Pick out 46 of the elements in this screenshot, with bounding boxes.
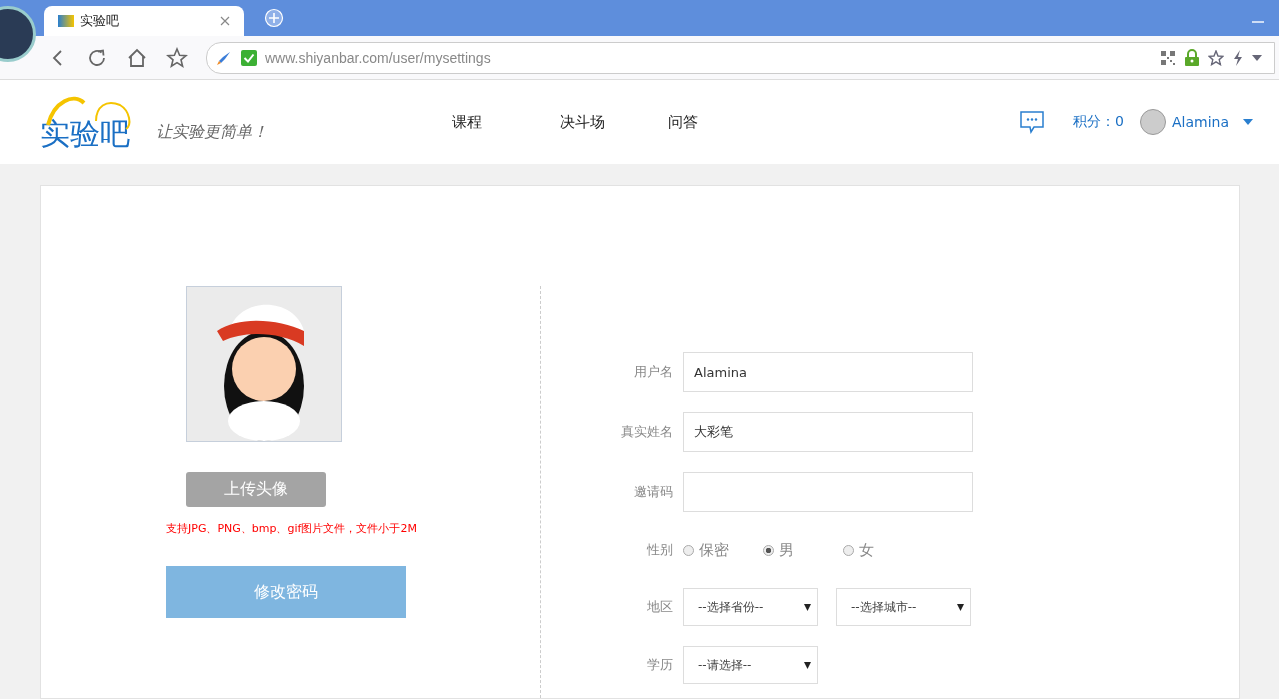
lock-icon[interactable] <box>1184 48 1200 67</box>
field-label: 真实姓名 <box>620 423 673 441</box>
field-label: 地区 <box>646 598 673 616</box>
gender-radio-option[interactable]: 女 <box>843 540 913 560</box>
file-requirements-note: 支持JPG、PNG、bmp、gif图片文件，文件小于2M <box>166 521 417 536</box>
dropdown-caret-icon[interactable] <box>1243 119 1253 125</box>
gender-radio-option[interactable]: 男 <box>763 540 833 560</box>
gender-radio-option[interactable]: 保密 <box>683 540 753 560</box>
browser-tab[interactable]: 实验吧 <box>44 6 244 36</box>
dropdown-caret-icon <box>957 603 964 611</box>
radio-icon[interactable] <box>683 544 694 556</box>
qr-code-icon[interactable] <box>1160 49 1176 66</box>
checkmark-icon <box>241 49 257 66</box>
username-link[interactable]: Alamina <box>1171 114 1229 130</box>
message-icon[interactable] <box>1019 110 1046 134</box>
slogan-text: 让实验更简单！ <box>156 121 268 143</box>
radio-icon[interactable] <box>843 544 854 556</box>
star-icon[interactable] <box>1208 49 1224 66</box>
radio-icon[interactable] <box>763 544 774 556</box>
lightning-icon[interactable] <box>1232 49 1244 66</box>
address-bar[interactable]: www.shiyanbar.com/user/mysettings <box>206 41 1275 74</box>
user-avatar[interactable] <box>1139 109 1166 135</box>
refresh-icon[interactable] <box>86 46 108 69</box>
text-field[interactable] <box>683 472 973 512</box>
region-dropdown[interactable]: --选择省份-- <box>683 588 818 626</box>
text-field[interactable]: 大彩笔 <box>683 412 973 452</box>
close-icon[interactable] <box>220 16 230 26</box>
field-label: 学历 <box>646 656 673 674</box>
region-dropdown[interactable]: --选择城市-- <box>836 588 971 626</box>
dropdown-caret-icon <box>804 661 811 669</box>
nav-link[interactable]: 问答 <box>668 112 776 132</box>
nav-link[interactable]: 课程 <box>452 112 560 132</box>
new-tab-icon[interactable] <box>264 8 284 28</box>
education-dropdown[interactable]: --请选择-- <box>683 646 818 684</box>
dropdown-caret-icon <box>804 603 811 611</box>
dropdown-caret-icon[interactable] <box>1252 54 1262 61</box>
star-icon[interactable] <box>166 46 188 69</box>
home-icon[interactable] <box>126 46 148 69</box>
site-favicon-icon <box>58 15 74 27</box>
site-logo[interactable]: 实验吧 <box>40 87 136 157</box>
field-label: 用户名 <box>633 363 673 381</box>
points-label: 积分：0 <box>1073 113 1124 131</box>
text-field[interactable]: Alamina <box>683 352 973 392</box>
nav-link[interactable]: 决斗场 <box>560 112 668 132</box>
field-label: 邀请码 <box>633 483 673 501</box>
field-label: 性别 <box>646 541 673 559</box>
